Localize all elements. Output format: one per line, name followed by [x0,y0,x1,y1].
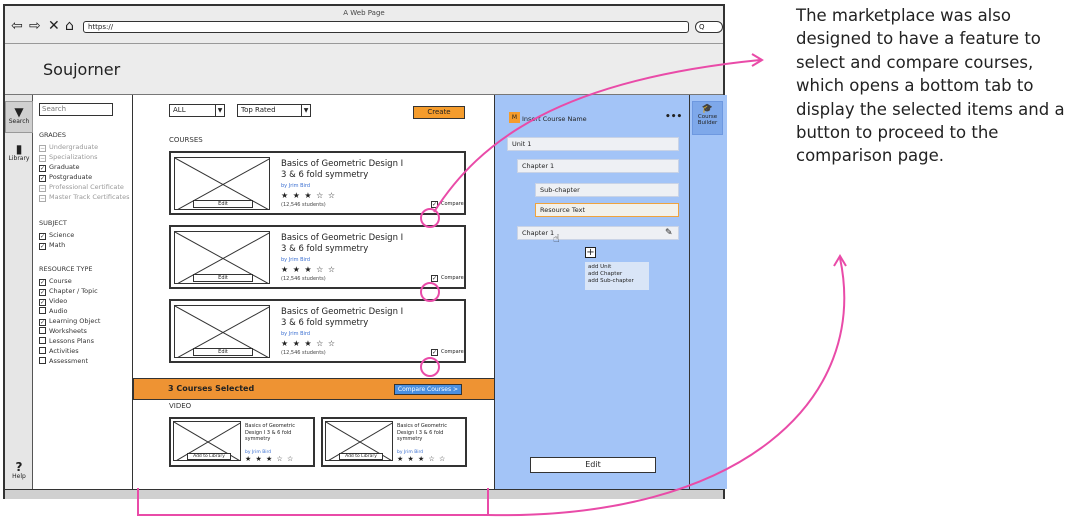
annotation-lines [137,53,847,517]
annotation-text: The marketplace was also designed to hav… [796,6,1065,166]
connector-curve [487,257,846,517]
connector-curve [433,59,761,213]
highlight-circle [420,208,440,228]
highlight-circle [420,357,440,377]
highlight-circle [420,282,440,302]
bottom-bracket [137,488,489,516]
